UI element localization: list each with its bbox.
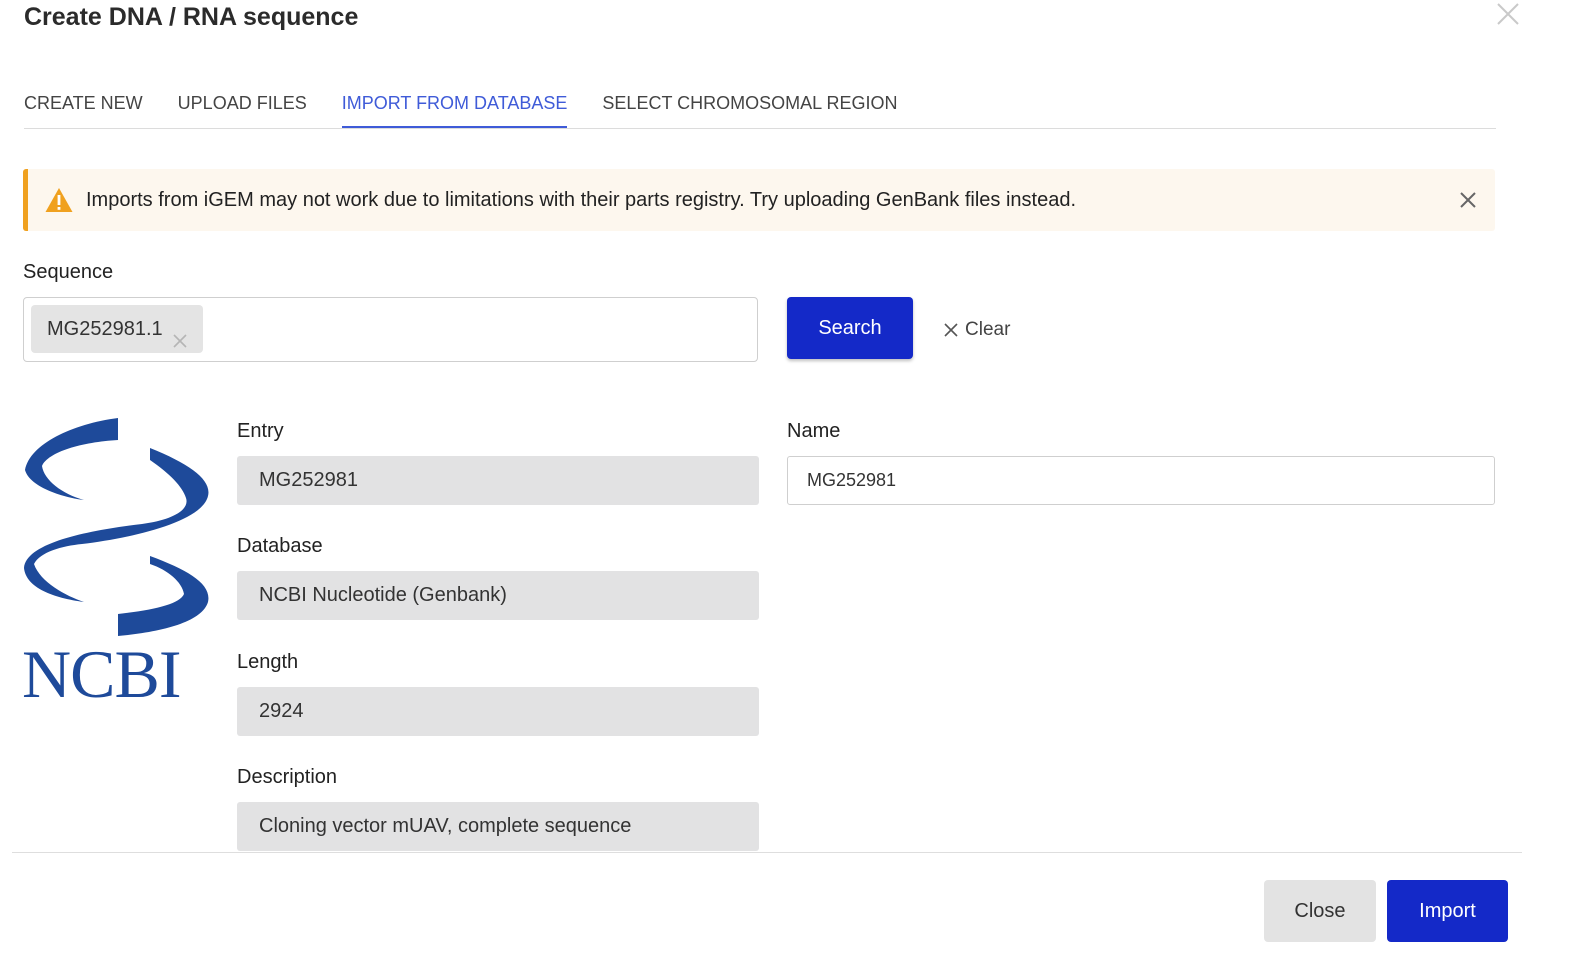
description-field: Cloning vector mUAV, complete sequence [237,802,759,851]
dialog-close-icon[interactable] [1494,0,1522,28]
import-button[interactable]: Import [1387,880,1508,942]
tab-select-chromosomal-region[interactable]: SELECT CHROMOSOMAL REGION [602,82,897,126]
sequence-chip-label: MG252981.1 [47,318,163,340]
tab-import-from-database[interactable]: IMPORT FROM DATABASE [341,82,568,128]
tab-bar: CREATE NEW UPLOAD FILES IMPORT FROM DATA… [24,82,1496,129]
footer-divider [12,852,1522,853]
database-label: Database [237,535,323,557]
entry-field: MG252981 [237,456,759,505]
entry-label: Entry [237,420,284,442]
create-sequence-dialog: Create DNA / RNA sequence CREATE NEW UPL… [0,0,1577,972]
name-label: Name [787,420,841,442]
name-field[interactable] [787,456,1495,505]
clear-icon [944,323,958,337]
warning-icon [44,186,74,214]
length-field: 2924 [237,687,759,736]
tab-upload-files[interactable]: UPLOAD FILES [178,82,307,126]
clear-label: Clear [965,319,1011,340]
tab-create-new[interactable]: CREATE NEW [24,82,143,126]
sequence-chip: MG252981.1 [31,305,203,353]
database-field: NCBI Nucleotide (Genbank) [237,571,759,620]
alert-message: Imports from iGEM may not work due to li… [86,189,1077,211]
clear-button[interactable]: Clear [942,316,1010,344]
remove-chip-icon[interactable] [171,320,189,348]
sequence-input[interactable]: MG252981.1 [23,297,758,362]
warning-alert: Imports from iGEM may not work due to li… [23,169,1495,231]
alert-close-icon[interactable] [1456,188,1480,212]
ncbi-logo-text: NCBI [22,636,181,712]
dialog-title: Create DNA / RNA sequence [24,3,359,31]
sequence-label: Sequence [23,261,114,283]
search-button[interactable]: Search [787,297,913,359]
ncbi-helix-icon [24,418,209,636]
ncbi-logo: NCBI [22,412,212,717]
description-label: Description [237,766,338,788]
length-label: Length [237,651,299,673]
close-button[interactable]: Close [1264,880,1376,942]
